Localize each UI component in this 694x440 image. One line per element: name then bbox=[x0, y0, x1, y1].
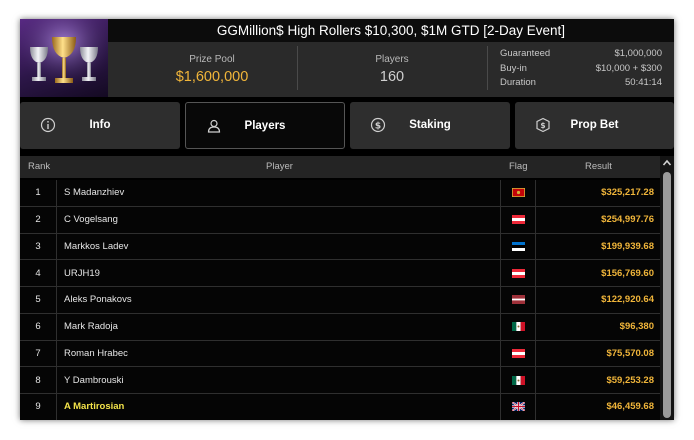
tab-bar: Info Players $ Staking $ Prop Bet bbox=[20, 102, 674, 149]
flag-cell bbox=[501, 206, 536, 233]
player-name: C Vogelsang bbox=[56, 206, 501, 233]
table-row[interactable]: 1 S Madanzhiev $325,217.28 bbox=[20, 180, 660, 207]
austria-flag-icon bbox=[511, 348, 525, 358]
flag-cell bbox=[501, 394, 536, 420]
tab-staking[interactable]: $ Staking bbox=[350, 102, 510, 149]
player-name: A Martirosian bbox=[56, 394, 501, 420]
player-name: Mark Radoja bbox=[56, 313, 501, 340]
flag-cell bbox=[501, 313, 536, 340]
rank-cell: 6 bbox=[20, 313, 57, 340]
table-row[interactable]: 2 C Vogelsang $254,997.76 bbox=[20, 206, 660, 234]
tab-info[interactable]: Info bbox=[20, 102, 180, 149]
tab-label: Prop Bet bbox=[570, 119, 619, 131]
result-cell: $75,570.08 bbox=[606, 347, 654, 359]
austria-flag-icon bbox=[511, 268, 525, 278]
player-name: Aleks Ponakovs bbox=[56, 287, 501, 313]
detail-value: 50:41:14 bbox=[625, 77, 662, 88]
latvia-flag-icon bbox=[511, 295, 525, 305]
players-stat: Players 160 bbox=[297, 42, 487, 97]
player-name: Y Dambrouski bbox=[56, 367, 501, 393]
table-row[interactable]: 7 Roman Hrabec $75,570.08 bbox=[20, 340, 660, 368]
rank-cell: 3 bbox=[20, 233, 57, 260]
rank-cell: 9 bbox=[20, 394, 57, 420]
table-row[interactable]: 4 URJH19 $156,769.60 bbox=[20, 260, 660, 287]
table-scrollbar[interactable] bbox=[660, 156, 674, 420]
rank-cell: 5 bbox=[20, 287, 57, 313]
united-kingdom-flag-icon bbox=[511, 402, 525, 412]
result-cell: $46,459.68 bbox=[606, 401, 654, 413]
table-row-highlighted[interactable]: 9 A Martirosian $46,459.68 bbox=[20, 394, 660, 420]
tab-label: Staking bbox=[409, 119, 451, 131]
column-header-player: Player bbox=[266, 161, 293, 172]
tab-prop-bet[interactable]: $ Prop Bet bbox=[515, 102, 674, 149]
result-cell: $156,769.60 bbox=[601, 267, 654, 279]
table-header: Rank Player Flag Result bbox=[20, 156, 660, 178]
result-cell: $96,380 bbox=[619, 321, 654, 333]
prize-pool-stat: Prize Pool $1,600,000 bbox=[108, 42, 316, 97]
tournament-title: GGMillion$ High Rollers $10,300, $1M GTD… bbox=[108, 19, 674, 42]
flag-cell bbox=[501, 340, 536, 367]
prize-pool-label: Prize Pool bbox=[189, 54, 235, 65]
flag-cell bbox=[501, 367, 536, 393]
austria-flag-icon bbox=[511, 215, 525, 225]
trophy-image bbox=[20, 19, 108, 97]
table-row[interactable]: 6 Mark Radoja $96,380 bbox=[20, 313, 660, 341]
table-row[interactable]: 8 Y Dambrouski $59,253.28 bbox=[20, 367, 660, 394]
detail-guaranteed: Guaranteed $1,000,000 bbox=[500, 47, 662, 62]
column-header-result: Result bbox=[585, 161, 612, 172]
table-row[interactable]: 5 Aleks Ponakovs $122,920.64 bbox=[20, 287, 660, 314]
tournament-header: GGMillion$ High Rollers $10,300, $1M GTD… bbox=[20, 19, 674, 97]
rank-cell: 4 bbox=[20, 260, 57, 286]
player-name: S Madanzhiev bbox=[56, 180, 501, 206]
detail-duration: Duration 50:41:14 bbox=[500, 76, 662, 91]
scrollbar-thumb[interactable] bbox=[663, 172, 671, 418]
flag-cell bbox=[501, 287, 536, 313]
estonia-flag-icon bbox=[511, 241, 525, 251]
result-cell: $122,920.64 bbox=[601, 294, 654, 306]
result-cell: $325,217.28 bbox=[601, 187, 654, 199]
detail-value: $1,000,000 bbox=[614, 48, 662, 59]
rank-cell: 2 bbox=[20, 206, 57, 233]
flag-cell bbox=[501, 260, 536, 286]
detail-label: Guaranteed bbox=[500, 48, 551, 59]
column-header-flag: Flag bbox=[509, 161, 528, 172]
players-table: 1 S Madanzhiev $325,217.28 2 C Vogelsang… bbox=[20, 180, 660, 420]
rank-cell: 1 bbox=[20, 180, 57, 206]
mexico-flag-icon bbox=[511, 322, 525, 332]
divider bbox=[487, 46, 488, 90]
tab-label: Info bbox=[89, 119, 111, 131]
column-header-rank: Rank bbox=[28, 161, 51, 172]
mexico-flag-icon bbox=[511, 375, 525, 385]
tournament-window: GGMillion$ High Rollers $10,300, $1M GTD… bbox=[20, 19, 674, 420]
player-name: URJH19 bbox=[56, 260, 501, 286]
detail-value: $10,000 + $300 bbox=[595, 62, 662, 74]
player-name: Markkos Ladev bbox=[56, 233, 501, 260]
tab-players[interactable]: Players bbox=[185, 102, 345, 149]
rank-cell: 7 bbox=[20, 340, 57, 367]
players-label: Players bbox=[375, 54, 409, 65]
table-row[interactable]: 3 Markkos Ladev $199,939.68 bbox=[20, 233, 660, 261]
prize-pool-value: $1,600,000 bbox=[175, 69, 249, 85]
tournament-details: Guaranteed $1,000,000 Buy-in $10,000 + $… bbox=[500, 47, 662, 91]
montenegro-flag-icon bbox=[511, 188, 525, 198]
result-cell: $199,939.68 bbox=[601, 240, 654, 252]
tab-label: Players bbox=[244, 120, 286, 132]
chevron-up-icon[interactable] bbox=[662, 158, 672, 168]
flag-cell bbox=[501, 180, 536, 206]
detail-label: Buy-in bbox=[500, 62, 527, 74]
player-name: Roman Hrabec bbox=[56, 340, 501, 367]
result-cell: $254,997.76 bbox=[601, 214, 654, 226]
result-cell: $59,253.28 bbox=[606, 374, 654, 386]
detail-label: Duration bbox=[500, 77, 536, 88]
detail-buy-in: Buy-in $10,000 + $300 bbox=[500, 62, 662, 77]
rank-cell: 8 bbox=[20, 367, 57, 393]
flag-cell bbox=[501, 233, 536, 260]
players-count: 160 bbox=[379, 69, 405, 85]
